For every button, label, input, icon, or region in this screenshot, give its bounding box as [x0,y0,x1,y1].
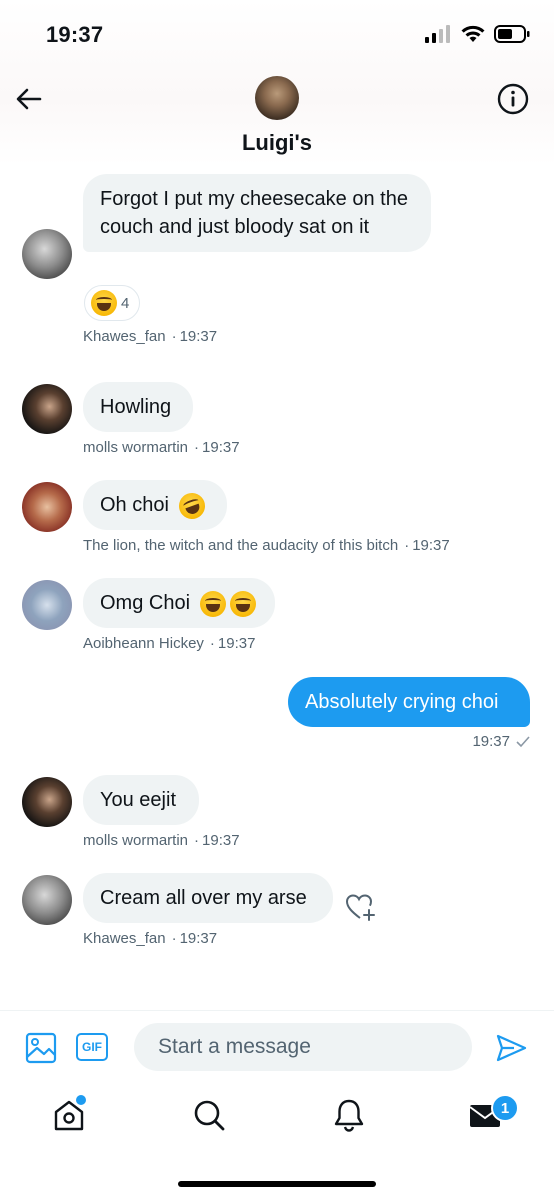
sender-name: Aoibheann Hickey [83,635,204,652]
tab-search[interactable] [190,1096,228,1134]
status-icons [424,24,530,44]
group-avatar[interactable] [255,76,299,120]
back-button[interactable] [12,82,46,116]
meta-separator: · [171,328,177,345]
send-icon [496,1034,527,1062]
home-unread-dot [76,1095,86,1105]
message-bubble-with-emoji[interactable]: Oh choi [83,480,227,530]
message-time: 19:37 [202,832,240,849]
message-time: 19:37 [179,328,218,345]
sender-name: molls wormartin [83,439,189,456]
message-bubble[interactable]: Howling [83,382,193,432]
rofl-emoji-icon [174,489,209,523]
message-meta: Khawes_fan · 19:37 [83,328,217,345]
message-meta: Khawes_fan · 19:37 [83,930,217,947]
message-text: Oh choi [100,494,169,516]
message-time: 19:37 [217,635,256,652]
message-composer: GIF [0,1010,554,1083]
avatar-molls-wormartin[interactable] [22,384,72,434]
info-icon [497,83,529,115]
messages-badge: 1 [491,1094,519,1122]
avatar-khawes-fan[interactable] [22,875,72,925]
sender-name: Khawes_fan [83,930,166,947]
reaction-count: 4 [121,294,130,312]
sender-name: molls wormartin [83,832,189,849]
image-icon [25,1032,57,1064]
message-bubble-with-emoji[interactable]: Omg Choi [83,578,275,628]
gif-icon: GIF [82,1040,102,1054]
conversation-title[interactable]: Luigi's [0,130,554,156]
meta-separator: · [171,930,177,947]
message-bubble[interactable]: You eejit [83,775,199,825]
bottom-tab-bar [0,1082,554,1162]
add-image-button[interactable] [24,1031,58,1065]
message-text: Omg Choi [100,592,191,614]
avatar-lion-witch[interactable] [22,482,72,532]
status-time: 19:37 [46,22,104,47]
heart-plus-icon [345,894,375,921]
laughing-tears-emoji-icon [229,590,256,617]
message-meta: molls wormartin · 19:37 [83,832,240,849]
meta-separator: · [209,635,215,652]
reaction-pill[interactable]: 4 [84,285,141,321]
send-button[interactable] [494,1031,528,1065]
avatar-aoibheann-hickey[interactable] [22,580,72,630]
outgoing-message-meta: 19:37 [472,733,530,750]
meta-separator: · [194,832,200,849]
wifi-icon [461,25,485,42]
sender-name: The lion, the witch and the audacity of … [83,537,399,554]
laughing-tears-emoji-icon [199,590,226,617]
message-meta: The lion, the witch and the audacity of … [83,537,450,554]
home-indicator [178,1181,376,1187]
meta-separator: · [404,537,410,554]
status-bar: 19:37 [0,0,554,64]
bell-icon [334,1099,364,1132]
message-input[interactable] [134,1023,472,1071]
info-button[interactable] [496,82,530,116]
meta-separator: · [194,439,200,456]
message-time: 19:37 [179,930,218,947]
avatar-khawes-fan[interactable] [22,229,72,279]
sender-name: Khawes_fan [83,328,166,345]
message-time: 19:37 [412,537,450,554]
sent-check-icon [516,735,530,747]
signal-icon [425,25,450,43]
message-meta: Aoibheann Hickey · 19:37 [83,635,255,652]
back-arrow-icon [16,88,42,110]
laughing-tears-emoji-icon [91,290,117,316]
message-time: 19:37 [202,439,240,456]
message-time: 19:37 [472,733,510,750]
message-bubble[interactable]: Cream all over my arse [83,873,333,923]
message-bubble[interactable]: Forgot I put my cheesecake on the couch … [83,174,431,252]
battery-icon [494,25,530,43]
conversation-header: Luigi's [0,64,554,164]
tab-notifications[interactable] [330,1096,368,1134]
add-gif-button[interactable]: GIF [76,1033,108,1061]
add-reaction-button[interactable] [344,890,378,924]
outgoing-message-bubble[interactable]: Absolutely crying choi [288,677,530,727]
avatar-molls-wormartin[interactable] [22,777,72,827]
search-icon [194,1100,225,1131]
message-meta: molls wormartin · 19:37 [83,439,240,456]
